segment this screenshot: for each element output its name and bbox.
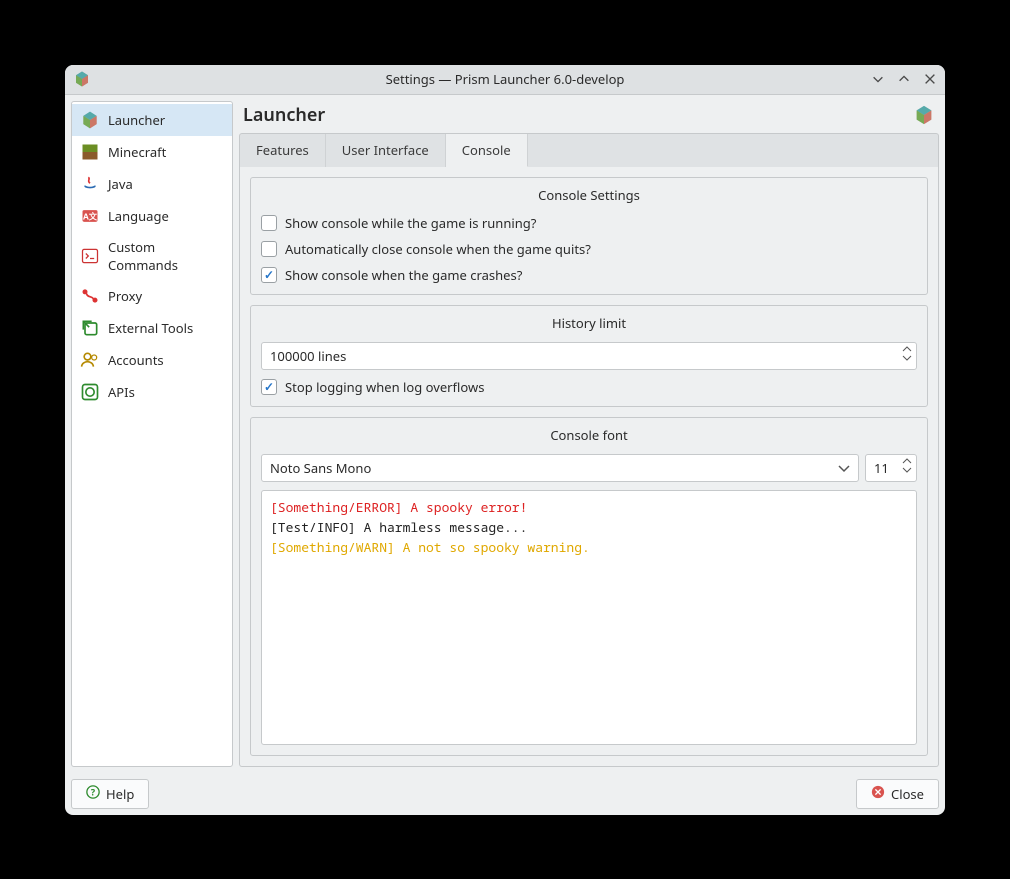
log-line-warn: [Something/WARN] A not so spooky warning… (270, 538, 590, 556)
help-icon: ? (86, 785, 100, 803)
sidebar-item-launcher[interactable]: Launcher (72, 104, 232, 136)
checkbox-label: Show console when the game crashes? (285, 266, 522, 284)
checkbox-auto-close[interactable] (261, 241, 277, 257)
group-console-font: Console font Noto Sans Mono 11 (250, 417, 928, 756)
sidebar-item-java[interactable]: Java (72, 168, 232, 200)
sidebar-item-external-tools[interactable]: External Tools (72, 312, 232, 344)
prism-logo-icon (913, 104, 935, 126)
apis-icon (80, 382, 100, 402)
checkbox-show-while-running[interactable] (261, 215, 277, 231)
accounts-icon (80, 350, 100, 370)
window-title: Settings — Prism Launcher 6.0-develop (65, 70, 945, 88)
close-icon (871, 785, 885, 803)
log-line-info: [Test/INFO] A harmless message... (270, 518, 527, 536)
button-label: Help (106, 785, 134, 803)
svg-text:A文: A文 (83, 211, 98, 222)
sidebar-item-label: External Tools (108, 319, 193, 337)
checkbox-label: Show console while the game is running? (285, 214, 536, 232)
group-title: Console Settings (261, 186, 917, 204)
tab-content-console: Console Settings Show console while the … (239, 167, 939, 767)
sidebar-item-label: APIs (108, 383, 135, 401)
group-history-limit: History limit 100000 lines Stop loggin (250, 305, 928, 407)
settings-main: Launcher Features User Interface Console (239, 101, 939, 767)
minecraft-icon (80, 142, 100, 162)
page-tabs: Features User Interface Console (239, 133, 939, 167)
titlebar: Settings — Prism Launcher 6.0-develop (65, 65, 945, 95)
language-icon: A文 (80, 206, 100, 226)
spinbox-buttons[interactable] (902, 457, 912, 474)
sidebar-item-label: Language (108, 207, 169, 225)
proxy-icon (80, 286, 100, 306)
tab-features[interactable]: Features (240, 134, 326, 167)
font-size-spinbox[interactable]: 11 (865, 454, 917, 482)
log-line-error: [Something/ERROR] A spooky error! (270, 498, 527, 516)
page-title: Launcher (243, 103, 325, 127)
close-window-button[interactable] (923, 72, 937, 86)
checkbox-show-on-crash[interactable] (261, 267, 277, 283)
sidebar-item-apis[interactable]: APIs (72, 376, 232, 408)
tab-console[interactable]: Console (446, 134, 528, 167)
group-title: Console font (261, 426, 917, 444)
help-button[interactable]: ? Help (71, 779, 149, 809)
sidebar-item-custom-commands[interactable]: Custom Commands (72, 232, 232, 280)
java-icon (80, 174, 100, 194)
sidebar-item-label: Minecraft (108, 143, 166, 161)
sidebar-item-accounts[interactable]: Accounts (72, 344, 232, 376)
select-value: Noto Sans Mono (270, 459, 371, 477)
app-icon (73, 70, 91, 88)
group-console-settings: Console Settings Show console while the … (250, 177, 928, 295)
minimize-button[interactable] (871, 72, 885, 86)
sidebar-item-minecraft[interactable]: Minecraft (72, 136, 232, 168)
history-limit-spinbox[interactable]: 100000 lines (261, 342, 917, 370)
terminal-icon (80, 246, 100, 266)
maximize-button[interactable] (897, 72, 911, 86)
close-button[interactable]: Close (856, 779, 939, 809)
checkbox-label: Stop logging when log overflows (285, 378, 484, 396)
svg-text:?: ? (91, 786, 95, 798)
tab-label: User Interface (342, 141, 429, 159)
chevron-down-icon (838, 459, 850, 477)
group-title: History limit (261, 314, 917, 332)
checkbox-label: Automatically close console when the gam… (285, 240, 591, 258)
sidebar-item-label: Proxy (108, 287, 142, 305)
sidebar-item-proxy[interactable]: Proxy (72, 280, 232, 312)
tab-label: Console (462, 141, 511, 159)
spinbox-value: 100000 lines (270, 347, 346, 365)
sidebar-item-language[interactable]: A文 Language (72, 200, 232, 232)
dialog-footer: ? Help Close (65, 773, 945, 815)
tab-label: Features (256, 141, 309, 159)
settings-window: Settings — Prism Launcher 6.0-develop La… (65, 65, 945, 815)
font-family-select[interactable]: Noto Sans Mono (261, 454, 859, 482)
sidebar-item-label: Accounts (108, 351, 164, 369)
spinbox-value: 11 (874, 459, 889, 477)
sidebar-item-label: Launcher (108, 111, 165, 129)
sidebar-item-label: Java (108, 175, 133, 193)
checkbox-stop-logging-overflow[interactable] (261, 379, 277, 395)
console-font-preview: [Something/ERROR] A spooky error! [Test/… (261, 490, 917, 745)
external-tools-icon (80, 318, 100, 338)
tab-user-interface[interactable]: User Interface (326, 134, 446, 167)
spinbox-buttons[interactable] (902, 345, 912, 362)
launcher-icon (80, 110, 100, 130)
button-label: Close (891, 785, 924, 803)
sidebar-item-label: Custom Commands (108, 238, 224, 274)
settings-sidebar: Launcher Minecraft Java A文 Language (71, 101, 233, 767)
